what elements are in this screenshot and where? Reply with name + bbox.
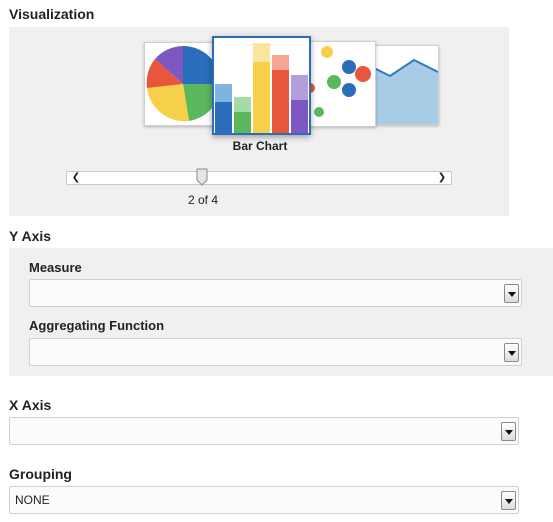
selected-chart-caption: Bar Chart — [232, 139, 288, 153]
chevron-down-icon — [505, 430, 513, 435]
visualization-panel: Bar Chart — [9, 27, 509, 216]
grouping-select[interactable]: NONE — [9, 486, 519, 514]
measure-dropdown-button[interactable] — [504, 284, 519, 303]
scroll-right-icon[interactable]: ❯ — [435, 172, 449, 184]
visualization-heading: Visualization — [9, 6, 95, 22]
chevron-down-icon — [508, 292, 516, 297]
slider-handle[interactable] — [196, 168, 208, 186]
bar-chart-icon — [215, 43, 308, 133]
x-axis-dropdown-button[interactable] — [501, 422, 516, 441]
scroll-left-icon[interactable]: ❮ — [69, 172, 83, 184]
bubble-chart-icon — [305, 46, 371, 117]
measure-select[interactable] — [29, 279, 522, 307]
aggregating-function-select[interactable] — [29, 338, 522, 366]
area-chart-icon — [370, 58, 438, 124]
carousel-counter: 2 of 4 — [187, 193, 219, 207]
grouping-heading: Grouping — [9, 466, 72, 482]
x-axis-select[interactable] — [9, 417, 519, 445]
bubble-chart-thumbnail[interactable] — [304, 41, 376, 127]
x-axis-heading: X Axis — [9, 397, 52, 413]
aggregating-function-dropdown-button[interactable] — [504, 343, 519, 362]
bar-chart-thumbnail[interactable] — [212, 36, 311, 135]
grouping-dropdown-button[interactable] — [501, 491, 516, 510]
grouping-select-value: NONE — [15, 493, 50, 507]
y-axis-heading: Y Axis — [9, 228, 52, 244]
area-chart-thumbnail[interactable] — [369, 45, 439, 125]
chevron-down-icon — [508, 351, 516, 356]
carousel-scrollbar[interactable]: ❮ ❯ — [66, 171, 452, 185]
measure-label: Measure — [29, 260, 82, 275]
aggregating-function-label: Aggregating Function — [29, 318, 165, 333]
chevron-down-icon — [505, 499, 513, 504]
